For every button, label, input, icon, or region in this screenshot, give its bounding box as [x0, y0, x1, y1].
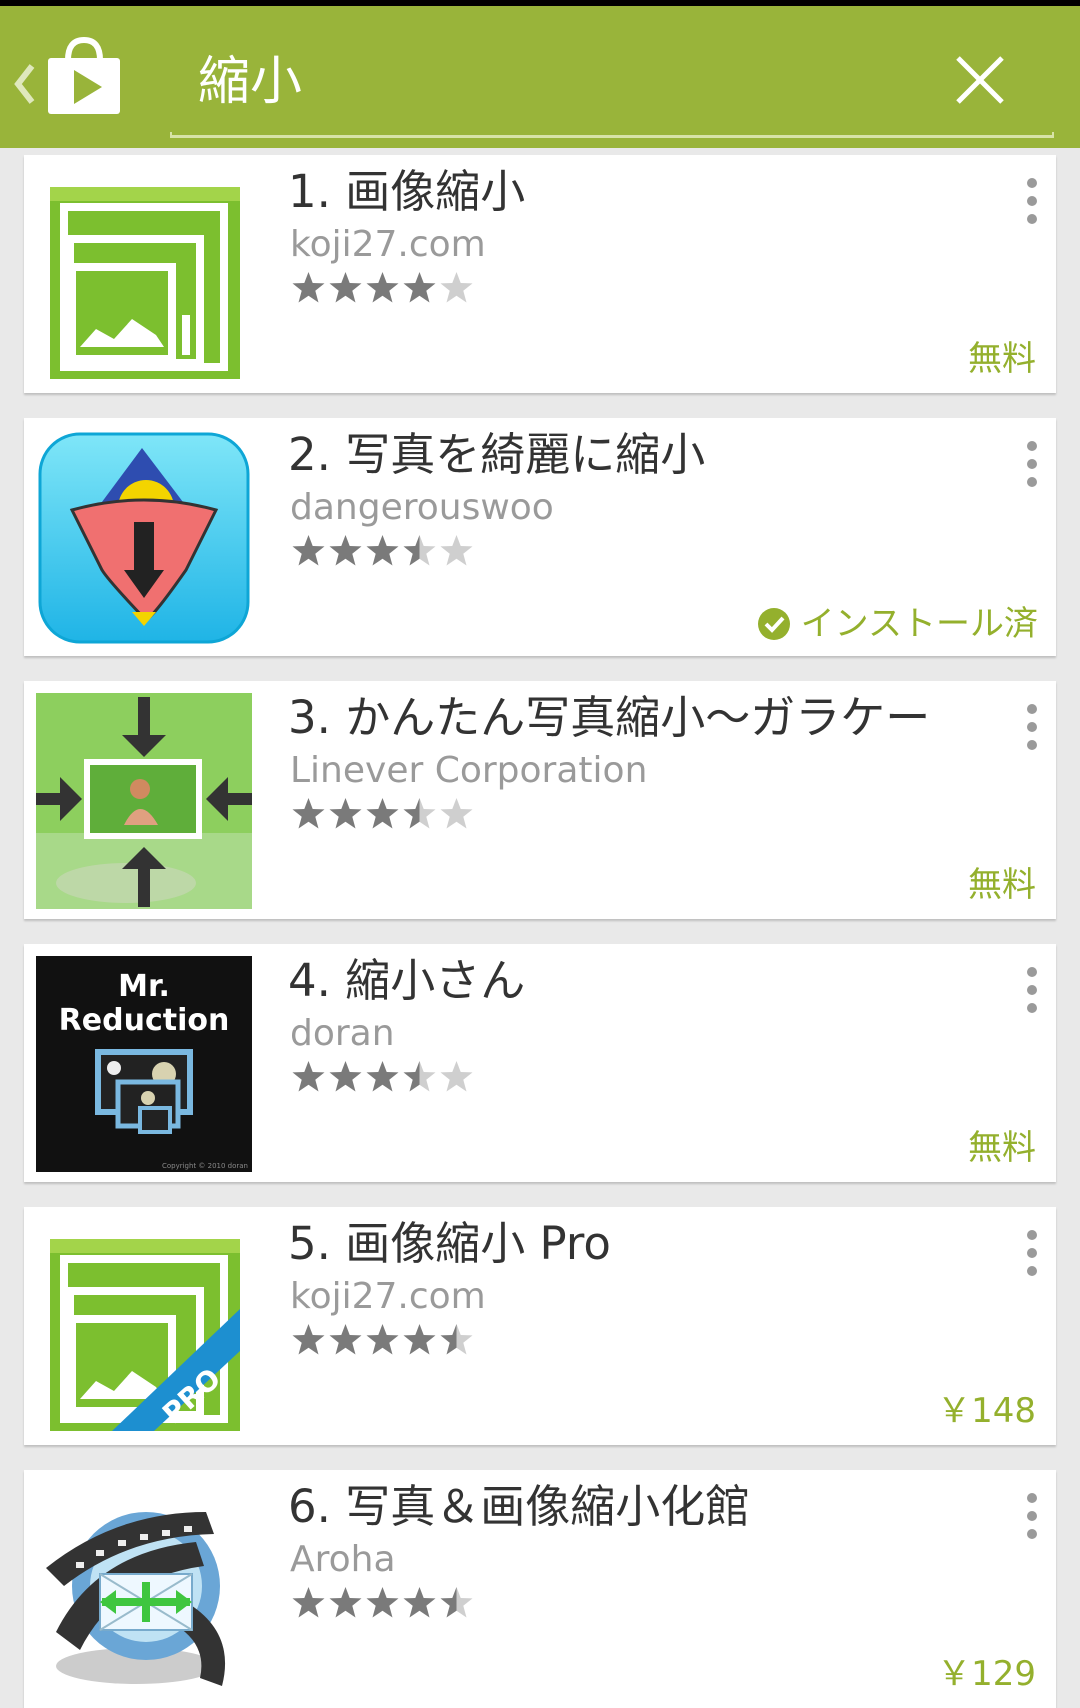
price-label: ￥148	[937, 1391, 1036, 1431]
star-icon	[366, 535, 399, 566]
app-icon-image-resize-pro: PRO	[50, 1239, 240, 1431]
star-icon	[440, 535, 473, 566]
search-field[interactable]: 縮小	[170, 26, 1056, 138]
star-icon	[403, 1324, 436, 1355]
installed-status: インストール済	[757, 604, 1038, 644]
action-bar: 縮小	[0, 6, 1080, 148]
overflow-menu-icon[interactable]	[1026, 703, 1038, 751]
app-card[interactable]: Mr. Reduction Copyright © 2010 doran 4. …	[24, 944, 1056, 1182]
app-developer: Linever Corporation	[290, 750, 648, 791]
app-title[interactable]: 3. かんたん写真縮小～ガラケー	[288, 687, 1008, 749]
star-icon	[440, 1324, 473, 1355]
app-card[interactable]: PRO 5. 画像縮小 Pro koji27.com ￥148	[24, 1207, 1056, 1445]
star-icon	[329, 1587, 362, 1618]
star-icon	[292, 1324, 325, 1355]
star-icon	[329, 1061, 362, 1092]
app-developer: koji27.com	[290, 1276, 486, 1317]
overflow-menu-icon[interactable]	[1026, 1229, 1038, 1277]
app-card[interactable]: 3. かんたん写真縮小～ガラケー Linever Corporation 無料	[24, 681, 1056, 919]
app-developer: koji27.com	[290, 224, 486, 265]
icon-text-line1: Mr.	[118, 969, 170, 1004]
app-title[interactable]: 1. 画像縮小	[288, 161, 1008, 223]
installed-label: インストール済	[800, 604, 1038, 644]
star-icon	[403, 535, 436, 566]
price-label: 無料	[968, 339, 1036, 379]
search-underline	[170, 132, 1054, 138]
star-icon	[403, 272, 436, 303]
app-developer: Aroha	[290, 1539, 396, 1580]
app-icon-mr-reduction: Mr. Reduction Copyright © 2010 doran	[36, 956, 252, 1172]
star-icon	[292, 1587, 325, 1618]
rating-stars	[290, 271, 475, 307]
app-developer: doran	[290, 1013, 395, 1054]
overflow-menu-icon[interactable]	[1026, 966, 1038, 1014]
star-icon	[292, 798, 325, 829]
back-icon[interactable]	[10, 60, 38, 108]
star-icon	[403, 1587, 436, 1618]
app-icon-photo-image-shrink	[46, 1512, 226, 1686]
star-icon	[366, 1061, 399, 1092]
price-label: ￥129	[937, 1654, 1036, 1694]
price-label: 無料	[968, 1128, 1036, 1168]
star-icon	[292, 1061, 325, 1092]
app-title[interactable]: 2. 写真を綺麗に縮小	[288, 424, 1008, 486]
star-icon	[366, 1324, 399, 1355]
star-icon	[292, 272, 325, 303]
overflow-menu-icon[interactable]	[1026, 1492, 1038, 1540]
price-label: 無料	[968, 865, 1036, 905]
star-icon	[329, 272, 362, 303]
star-icon	[440, 272, 473, 303]
icon-copyright: Copyright © 2010 doran	[162, 1162, 248, 1170]
app-icon-photo-shrink	[38, 432, 250, 644]
app-developer: dangerouswoo	[290, 487, 554, 528]
star-icon	[403, 1061, 436, 1092]
app-icon-image-resize	[50, 187, 240, 379]
play-store-icon[interactable]	[46, 36, 122, 116]
app-title[interactable]: 4. 縮小さん	[288, 950, 1008, 1012]
rating-stars	[290, 797, 475, 833]
icon-text-line2: Reduction	[59, 1003, 230, 1038]
app-card[interactable]: 6. 写真＆画像縮小化館 Aroha ￥129	[24, 1470, 1056, 1708]
rating-stars	[290, 1060, 475, 1096]
star-icon	[366, 798, 399, 829]
star-icon	[440, 1061, 473, 1092]
rating-stars	[290, 1323, 475, 1359]
app-title[interactable]: 6. 写真＆画像縮小化館	[288, 1476, 1008, 1538]
app-title[interactable]: 5. 画像縮小 Pro	[288, 1213, 1008, 1275]
overflow-menu-icon[interactable]	[1026, 440, 1038, 488]
star-icon	[440, 798, 473, 829]
check-circle-icon	[757, 608, 790, 640]
app-icon-easy-photo-shrink	[36, 693, 252, 909]
star-icon	[366, 1587, 399, 1618]
star-icon	[329, 1324, 362, 1355]
star-icon	[403, 798, 436, 829]
app-card[interactable]: 1. 画像縮小 koji27.com 無料	[24, 155, 1056, 393]
search-input[interactable]: 縮小	[198, 52, 302, 112]
close-icon[interactable]	[952, 52, 1008, 108]
star-icon	[329, 535, 362, 566]
app-card[interactable]: 2. 写真を綺麗に縮小 dangerouswoo インストール済	[24, 418, 1056, 656]
overflow-menu-icon[interactable]	[1026, 177, 1038, 225]
rating-stars	[290, 1586, 475, 1622]
rating-stars	[290, 534, 475, 570]
star-icon	[329, 798, 362, 829]
star-icon	[440, 1587, 473, 1618]
star-icon	[366, 272, 399, 303]
star-icon	[292, 535, 325, 566]
